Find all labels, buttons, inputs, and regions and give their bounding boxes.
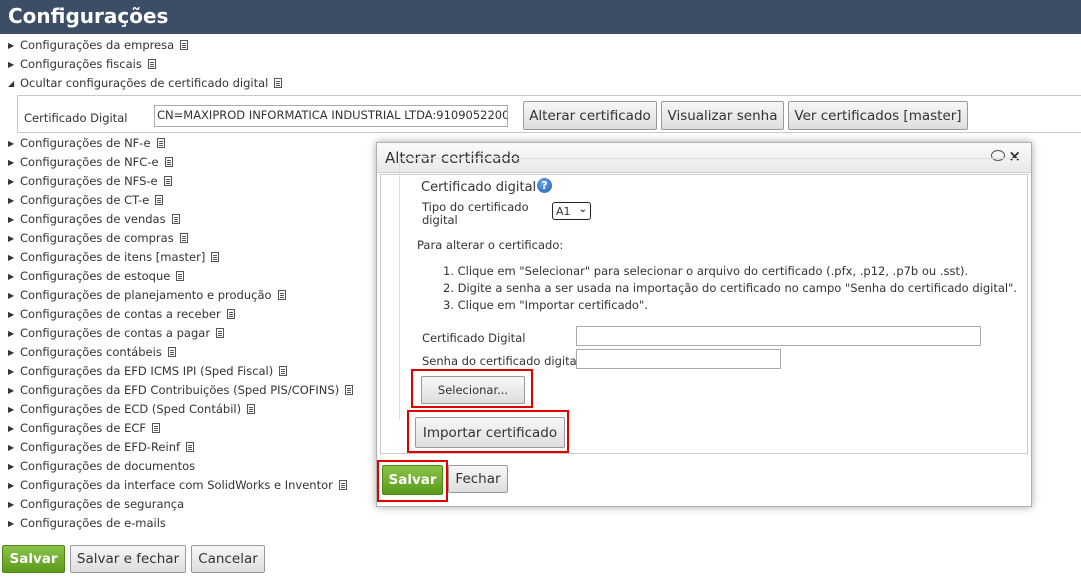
document-icon bbox=[211, 252, 220, 262]
section-solidworks[interactable]: ▶ Configurações da interface com SolidWor… bbox=[8, 476, 347, 494]
expand-arrow-icon: ▶ bbox=[8, 290, 15, 300]
expand-arrow-icon: ▶ bbox=[8, 328, 15, 338]
expand-arrow-icon: ▶ bbox=[8, 40, 15, 50]
document-icon bbox=[151, 423, 160, 433]
select-file-button[interactable]: Selecionar... bbox=[421, 376, 525, 404]
section-nfse[interactable]: ▶ Configurações de NFS-e bbox=[8, 172, 172, 190]
expand-arrow-icon: ▶ bbox=[8, 423, 15, 433]
document-icon bbox=[164, 157, 173, 167]
section-certificado[interactable]: ◢ Ocultar configurações de certificado di… bbox=[8, 74, 283, 92]
expand-arrow-icon: ▶ bbox=[8, 59, 15, 69]
section-ecd[interactable]: ▶ Configurações de ECD (Sped Contábil) bbox=[8, 400, 256, 418]
expand-arrow-icon: ▶ bbox=[8, 157, 15, 167]
cert-file-label: Certificado Digital bbox=[422, 331, 526, 345]
import-certificate-button[interactable]: Importar certificado bbox=[415, 417, 565, 448]
section-fiscais[interactable]: ▶ Configurações fiscais bbox=[8, 55, 156, 73]
expand-arrow-icon: ▶ bbox=[8, 233, 15, 243]
cert-password-input[interactable] bbox=[576, 349, 781, 369]
section-emails[interactable]: ▶ Configurações de e-mails bbox=[8, 514, 166, 532]
document-icon bbox=[338, 480, 347, 490]
expand-arrow-icon: ▶ bbox=[8, 480, 15, 490]
document-icon bbox=[277, 290, 286, 300]
expand-arrow-icon: ▶ bbox=[8, 385, 15, 395]
section-seguranca[interactable]: ▶ Configurações de segurança bbox=[8, 495, 184, 513]
fieldset-legend: Certificado digital bbox=[419, 180, 539, 195]
dialog-save-button[interactable]: Salvar bbox=[382, 465, 443, 495]
document-icon bbox=[247, 404, 256, 414]
document-icon bbox=[279, 366, 288, 376]
expand-arrow-icon: ▶ bbox=[8, 195, 15, 205]
section-nfe[interactable]: ▶ Configurações de NF-e bbox=[8, 134, 165, 152]
document-icon bbox=[345, 385, 354, 395]
expand-arrow-icon: ▶ bbox=[8, 366, 15, 376]
view-password-button[interactable]: Visualizar senha bbox=[661, 101, 784, 130]
instruction-step-1: 1. Clique em "Selecionar" para seleciona… bbox=[443, 264, 969, 278]
section-itens[interactable]: ▶ Configurações de itens [master] bbox=[8, 248, 220, 266]
document-icon bbox=[155, 195, 164, 205]
section-pagar[interactable]: ▶ Configurações de contas a pagar bbox=[8, 324, 225, 342]
certificate-panel: Certificado Digital CN=MAXIPROD INFORMAT… bbox=[17, 95, 1081, 133]
document-icon bbox=[171, 214, 180, 224]
section-cte[interactable]: ▶ Configurações de CT-e bbox=[8, 191, 164, 209]
section-efd-reinf[interactable]: ▶ Configurações de EFD-Reinf bbox=[8, 438, 195, 456]
document-icon bbox=[179, 233, 188, 243]
document-icon bbox=[176, 271, 185, 281]
expand-arrow-icon: ▶ bbox=[8, 461, 15, 471]
alter-certificate-dialog: Alterar certificado × Certificado digita… bbox=[376, 142, 1032, 507]
document-icon bbox=[147, 59, 156, 69]
expand-arrow-icon: ▶ bbox=[8, 176, 15, 186]
section-estoque[interactable]: ▶ Configurações de estoque bbox=[8, 267, 185, 285]
document-icon bbox=[167, 347, 176, 357]
document-icon bbox=[186, 442, 195, 452]
cancel-button[interactable]: Cancelar bbox=[191, 545, 265, 573]
section-vendas[interactable]: ▶ Configurações de vendas bbox=[8, 210, 180, 228]
section-compras[interactable]: ▶ Configurações de compras bbox=[8, 229, 188, 247]
expand-arrow-icon: ▶ bbox=[8, 499, 15, 509]
instruction-step-3: 3. Clique em "Importar certificado". bbox=[443, 298, 648, 312]
page-header: Configurações bbox=[0, 0, 1081, 34]
certificate-label: Certificado Digital bbox=[24, 111, 128, 125]
certificate-type-select[interactable]: A1 ⌄ bbox=[552, 202, 591, 220]
alter-certificate-button[interactable]: Alterar certificado bbox=[523, 101, 657, 130]
collapse-arrow-icon: ◢ bbox=[8, 78, 15, 88]
document-icon bbox=[163, 176, 172, 186]
document-icon bbox=[226, 309, 235, 319]
save-close-button[interactable]: Salvar e fechar bbox=[70, 545, 186, 573]
section-planejamento[interactable]: ▶ Configurações de planejamento e produçã… bbox=[8, 286, 286, 304]
type-label-line2: digital bbox=[422, 213, 458, 227]
section-documentos[interactable]: ▶ Configurações de documentos bbox=[8, 457, 195, 475]
expand-arrow-icon: ▶ bbox=[8, 214, 15, 224]
section-empresa[interactable]: ▶ Configurações da empresa bbox=[8, 36, 189, 54]
document-icon bbox=[274, 78, 283, 88]
document-icon bbox=[180, 40, 189, 50]
document-icon bbox=[156, 138, 165, 148]
section-nfce[interactable]: ▶ Configurações de NFC-e bbox=[8, 153, 173, 171]
instructions-intro: Para alterar o certificado: bbox=[417, 238, 564, 252]
expand-arrow-icon: ▶ bbox=[8, 138, 15, 148]
cert-file-input[interactable] bbox=[576, 326, 981, 346]
expand-arrow-icon: ▶ bbox=[8, 404, 15, 414]
expand-arrow-icon: ▶ bbox=[8, 252, 15, 262]
section-ecf[interactable]: ▶ Configurações de ECF bbox=[8, 419, 160, 437]
help-icon[interactable]: ? bbox=[537, 178, 552, 193]
expand-arrow-icon: ▶ bbox=[8, 309, 15, 319]
type-label-line1: Tipo do certificado bbox=[422, 200, 529, 214]
expand-arrow-icon: ▶ bbox=[8, 442, 15, 452]
section-efd-icms[interactable]: ▶ Configurações da EFD ICMS IPI (Sped Fis… bbox=[8, 362, 288, 380]
document-icon bbox=[216, 328, 225, 338]
chevron-down-icon: ⌄ bbox=[578, 204, 587, 215]
save-button[interactable]: Salvar bbox=[2, 545, 65, 573]
expand-arrow-icon: ▶ bbox=[8, 518, 15, 528]
section-contabeis[interactable]: ▶ Configurações contábeis bbox=[8, 343, 176, 361]
section-receber[interactable]: ▶ Configurações de contas a receber bbox=[8, 305, 235, 323]
expand-arrow-icon: ▶ bbox=[8, 347, 15, 357]
cert-password-label: Senha do certificado digital bbox=[422, 354, 580, 368]
certificate-value-field[interactable]: CN=MAXIPROD INFORMATICA INDUSTRIAL LTDA:… bbox=[154, 105, 508, 127]
page-title: Configurações bbox=[8, 4, 169, 28]
section-efd-contribuicoes[interactable]: ▶ Configurações da EFD Contribuições (Spe… bbox=[8, 381, 354, 399]
view-certificates-button[interactable]: Ver certificados [master] bbox=[788, 101, 968, 130]
instruction-step-2: 2. Digite a senha a ser usada na importa… bbox=[443, 281, 1018, 295]
expand-arrow-icon: ▶ bbox=[8, 271, 15, 281]
dialog-close-button[interactable]: Fechar bbox=[448, 465, 508, 493]
